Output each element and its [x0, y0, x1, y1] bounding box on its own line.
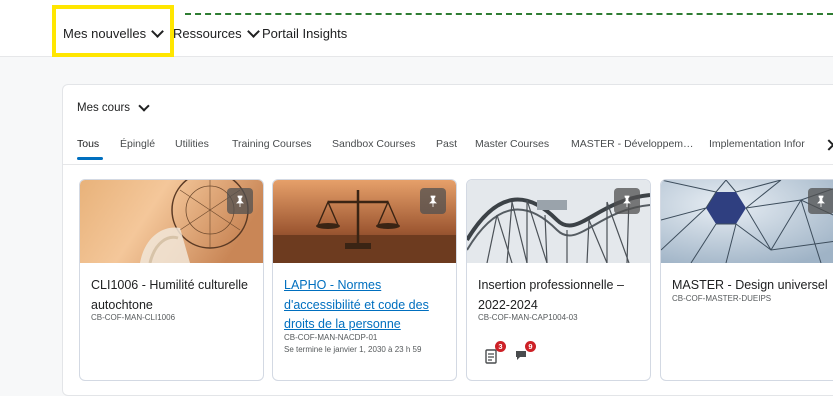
- course-notifications: 3 9: [484, 341, 536, 364]
- course-card-lapho[interactable]: LAPHO - Normes d'accessibilité et code d…: [272, 179, 457, 381]
- course-title: Insertion professionnelle – 2022-2024: [478, 278, 624, 312]
- nav-portail-insights[interactable]: Portail Insights: [262, 26, 347, 41]
- tab-past[interactable]: Past: [436, 138, 457, 150]
- pin-icon: [236, 195, 244, 207]
- tab-implementation-info[interactable]: Implementation Infor: [709, 138, 805, 150]
- widget-title: Mes cours: [77, 102, 131, 114]
- discussion-icon[interactable]: 9: [514, 341, 536, 364]
- nav-ressources-label: Ressources: [173, 26, 242, 41]
- tabs-divider: [63, 164, 833, 165]
- pin-icon: [817, 195, 825, 207]
- tab-utilities[interactable]: Utilities: [175, 138, 209, 150]
- course-card-insertion[interactable]: Insertion professionnelle – 2022-2024 CB…: [466, 179, 651, 381]
- pin-button[interactable]: [808, 188, 833, 214]
- nav-portail-insights-label: Portail Insights: [262, 26, 348, 41]
- pin-button[interactable]: [420, 188, 446, 214]
- scales-of-justice-image: [273, 180, 456, 263]
- course-title: CLI1006 - Humilité culturelle autochtone: [91, 278, 249, 312]
- pin-button[interactable]: [227, 188, 253, 214]
- tabs-scroll-right[interactable]: [823, 138, 833, 154]
- course-code: CB-COF-MAN-NACDP-01: [284, 333, 378, 342]
- dashed-focus-outline: [185, 13, 833, 15]
- geodesic-dome-image: [661, 180, 833, 263]
- tab-sandbox-courses[interactable]: Sandbox Courses: [332, 138, 415, 150]
- nav-ressources[interactable]: Ressources: [173, 25, 260, 41]
- course-code: CB-COF-MAN-CAP1004-03: [478, 313, 578, 322]
- chevron-down-icon: [138, 100, 150, 112]
- tab-training-courses[interactable]: Training Courses: [232, 138, 312, 150]
- roller-coaster-image: [467, 180, 650, 263]
- course-code: CB-COF-MASTER-DUEIPS: [672, 294, 772, 303]
- chevron-right-icon: [823, 139, 833, 151]
- pin-icon: [429, 195, 437, 207]
- pin-button[interactable]: [614, 188, 640, 214]
- assignment-icon[interactable]: 3: [484, 341, 506, 364]
- pin-icon: [623, 195, 631, 207]
- course-end-date: Se termine le janvier 1, 2030 à 23 h 59: [284, 345, 422, 354]
- my-courses-widget: Mes cours Tous Épinglé Utilities Trainin…: [62, 84, 833, 396]
- active-tab-indicator: [77, 157, 103, 160]
- assignment-count-badge: 3: [495, 341, 506, 352]
- course-card-cli1006[interactable]: CLI1006 - Humilité culturelle autochtone…: [79, 179, 264, 381]
- discussion-count-badge: 9: [525, 341, 536, 352]
- course-card-master-design[interactable]: MASTER - Design universel CB-COF-MASTER-…: [660, 179, 833, 381]
- tab-tous[interactable]: Tous: [77, 138, 99, 150]
- chevron-down-icon: [246, 25, 260, 38]
- my-courses-menu[interactable]: Mes cours: [77, 100, 150, 114]
- tab-master-courses[interactable]: Master Courses: [475, 138, 549, 150]
- course-code: CB-COF-MAN-CLI1006: [91, 313, 176, 322]
- yellow-highlight-box: [52, 5, 174, 57]
- tab-master-developpement[interactable]: MASTER - Développem…: [571, 138, 694, 150]
- course-title-link[interactable]: LAPHO - Normes d'accessibilité et code d…: [284, 276, 450, 335]
- dreamcatcher-image: [80, 180, 263, 263]
- top-navigation-bar: Mes nouvelles Ressources Portail Insight…: [0, 0, 833, 57]
- tab-epingle[interactable]: Épinglé: [120, 138, 155, 150]
